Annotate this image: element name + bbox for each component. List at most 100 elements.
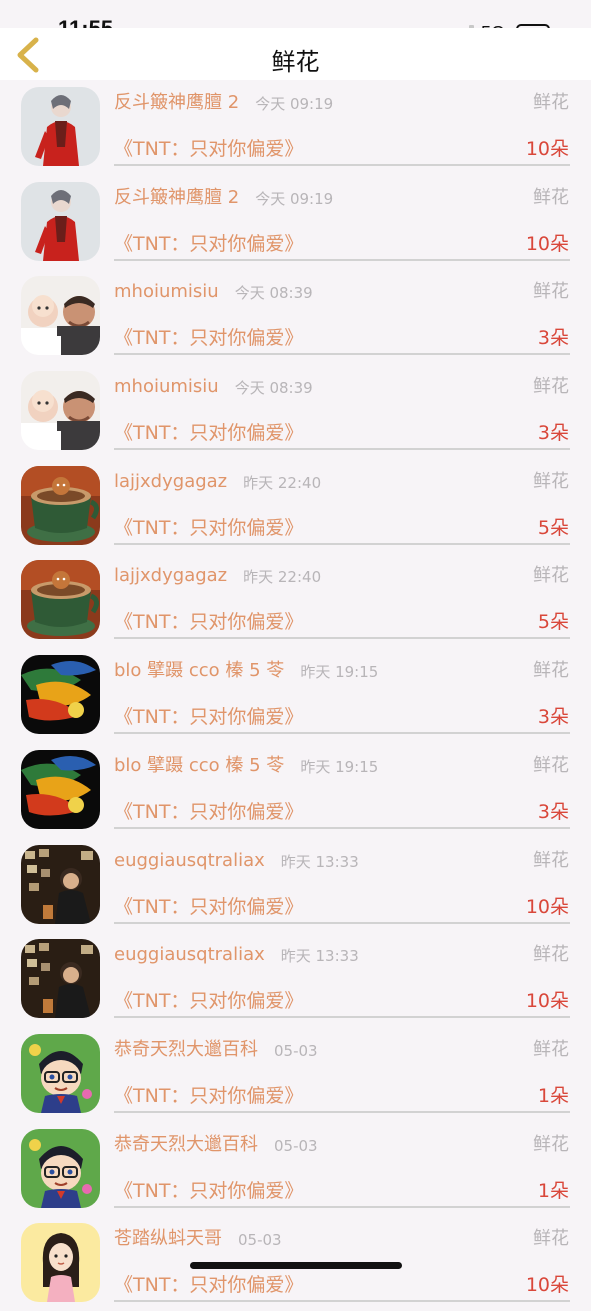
row-divider	[114, 542, 570, 545]
list-item[interactable]: euggiausqtraliax 昨天 13:33 鲜花 《TNT：只对你偏爱》 10朵	[0, 838, 591, 933]
song-title[interactable]: 《TNT：只对你偏爱》	[114, 421, 303, 445]
family-photo-avatar	[21, 371, 100, 451]
username[interactable]: lajjxdygagaz	[114, 565, 227, 587]
row-divider	[114, 1205, 570, 1208]
list-item[interactable]: mhoiumisiu 今天 08:39 鲜花 《TNT：只对你偏爱》 3朵	[0, 269, 591, 364]
flower-count: 3朵	[537, 422, 569, 445]
song-title[interactable]: 《TNT：只对你偏爱》	[114, 895, 303, 919]
username[interactable]: mhoiumisiu	[114, 376, 219, 398]
avatar[interactable]	[21, 181, 100, 261]
flower-count: 10朵	[525, 232, 569, 255]
photo-wall-avatar	[21, 844, 100, 924]
avatar[interactable]	[21, 1128, 100, 1208]
song-title[interactable]: 《TNT：只对你偏爱》	[114, 1273, 303, 1297]
row-divider	[114, 258, 570, 261]
flower-count: 5朵	[537, 516, 569, 539]
timestamp: 昨天 19:15	[300, 757, 379, 776]
flower-count: 10朵	[525, 138, 569, 160]
timestamp: 今天 08:39	[234, 284, 313, 303]
flower-count: 5朵	[537, 611, 569, 634]
avatar[interactable]	[21, 1223, 100, 1303]
list-item[interactable]: blo 擘蹑 cco 榛 5 苓昨天 19:15 鲜花 《TNT：只对你偏爱》 3朵	[0, 648, 591, 743]
list-item[interactable]: lajjxdygagaz 昨天 22:40 鲜花 《TNT：只对你偏爱》 5朵	[0, 553, 591, 648]
coffee-cup-avatar	[21, 560, 100, 640]
flower-count: 3朵	[537, 327, 569, 350]
timestamp: 今天 09:19	[255, 95, 334, 113]
timestamp: 昨天 13:33	[280, 947, 359, 966]
gift-type-label: 鲜花	[533, 754, 569, 776]
avatar[interactable]	[21, 749, 100, 829]
username[interactable]: mhoiumisiu	[114, 281, 219, 303]
timestamp: 昨天 22:40	[243, 568, 322, 587]
avatar[interactable]	[21, 465, 100, 545]
avatar[interactable]	[21, 1033, 100, 1113]
row-divider	[114, 448, 570, 451]
gift-type-label: 鲜花	[533, 186, 569, 208]
anime-boy-avatar	[21, 1128, 100, 1208]
row-divider	[114, 1016, 570, 1019]
song-title[interactable]: 《TNT：只对你偏爱》	[114, 989, 303, 1013]
row-divider	[114, 1300, 570, 1303]
row-divider	[114, 826, 570, 829]
list-item[interactable]: blo 擘蹑 cco 榛 5 苓昨天 19:15 鲜花《TNT：只对你偏爱》 3朵	[0, 743, 591, 838]
list-item[interactable]: lajjxdygagaz 昨天 22:40 鲜花 《TNT：只对你偏爱》 5朵	[0, 459, 591, 554]
list-item[interactable]: 恭奇天烈大邋百科 05-03 鲜花 《TNT：只对你偏爱》 1朵	[0, 1122, 591, 1217]
gift-type-label: 鲜花	[533, 1133, 569, 1155]
username[interactable]: euggiausqtraliax	[114, 850, 265, 872]
song-title[interactable]: 《TNT：只对你偏爱》	[114, 800, 303, 824]
row-divider	[114, 1110, 570, 1113]
username[interactable]: 反斗簸神鹰膻 2	[114, 187, 239, 209]
username[interactable]: 恭奇天烈大邋百科	[114, 1039, 258, 1061]
girl-drawing-avatar	[21, 1223, 100, 1303]
username[interactable]: lajjxdygagaz	[114, 471, 227, 493]
flower-count: 3朵	[537, 706, 569, 729]
username[interactable]: blo 擘蹑 cco 榛 5 苓	[114, 660, 284, 682]
list-item[interactable]: euggiausqtraliax 昨天 13:33 鲜花 《TNT：只对你偏爱》 10朵	[0, 932, 591, 1027]
username[interactable]: 苍踏纵蚪天哥	[114, 1228, 222, 1250]
gift-type-label: 鲜花	[533, 849, 569, 871]
song-title[interactable]: 《TNT：只对你偏爱》	[114, 1179, 303, 1203]
row-divider	[114, 732, 570, 735]
song-title[interactable]: 《TNT：只对你偏爱》	[114, 232, 303, 256]
username[interactable]: blo 擘蹑 cco 榛 5 苓	[114, 755, 284, 777]
username[interactable]: 恭奇天烈大邋百科	[114, 1134, 258, 1156]
list-item[interactable]: mhoiumisiu 今天 08:39 鲜花 《TNT：只对你偏爱》 3朵	[0, 364, 591, 459]
row-divider	[114, 353, 570, 356]
avatar[interactable]	[21, 655, 100, 735]
red-coat-avatar	[21, 87, 100, 166]
timestamp: 今天 08:39	[234, 379, 313, 398]
timestamp: 05-03	[238, 1231, 282, 1250]
username[interactable]: 反斗簸神鹰膻 2	[114, 92, 239, 114]
family-photo-avatar	[21, 276, 100, 356]
song-title[interactable]: 《TNT：只对你偏爱》	[114, 137, 303, 161]
anime-boy-avatar	[21, 1033, 100, 1113]
avatar[interactable]	[21, 276, 100, 356]
gift-type-label: 鲜花	[533, 660, 569, 682]
list-item[interactable]: 恭奇天烈大邋百科 05-03 鲜花 《TNT：只对你偏爱》 1朵	[0, 1027, 591, 1122]
page-title: 鲜花	[271, 48, 320, 76]
gift-type-label: 鲜花	[533, 92, 569, 113]
timestamp: 昨天 22:40	[243, 473, 322, 492]
username[interactable]: euggiausqtraliax	[114, 944, 265, 966]
avatar[interactable]	[21, 371, 100, 451]
list-item[interactable]: 反斗簸神鹰膻 2 今天 09:19 鲜花《TNT：只对你偏爱》 10朵	[0, 80, 591, 175]
song-title[interactable]: 《TNT：只对你偏爱》	[114, 705, 303, 729]
timestamp: 今天 09:19	[255, 189, 334, 208]
avatar[interactable]	[21, 560, 100, 640]
photo-wall-avatar	[21, 939, 100, 1019]
red-coat-avatar	[21, 181, 100, 261]
list-item[interactable]: 反斗簸神鹰膻 2 今天 09:19 鲜花《TNT：只对你偏爱》 10朵	[0, 175, 591, 270]
status-bar: 11:55 5G	[0, 0, 591, 42]
colorful-art-avatar	[21, 749, 100, 829]
coffee-cup-avatar	[21, 465, 100, 545]
song-title[interactable]: 《TNT：只对你偏爱》	[114, 1084, 303, 1108]
song-title[interactable]: 《TNT：只对你偏爱》	[114, 610, 303, 634]
flower-count: 3朵	[537, 800, 569, 823]
song-title[interactable]: 《TNT：只对你偏爱》	[114, 326, 303, 350]
navigation-bar: 鲜花	[0, 28, 591, 80]
avatar[interactable]	[21, 87, 100, 166]
song-title[interactable]: 《TNT：只对你偏爱》	[114, 516, 303, 540]
avatar[interactable]	[21, 844, 100, 924]
avatar[interactable]	[21, 939, 100, 1019]
home-indicator[interactable]	[190, 1262, 402, 1269]
